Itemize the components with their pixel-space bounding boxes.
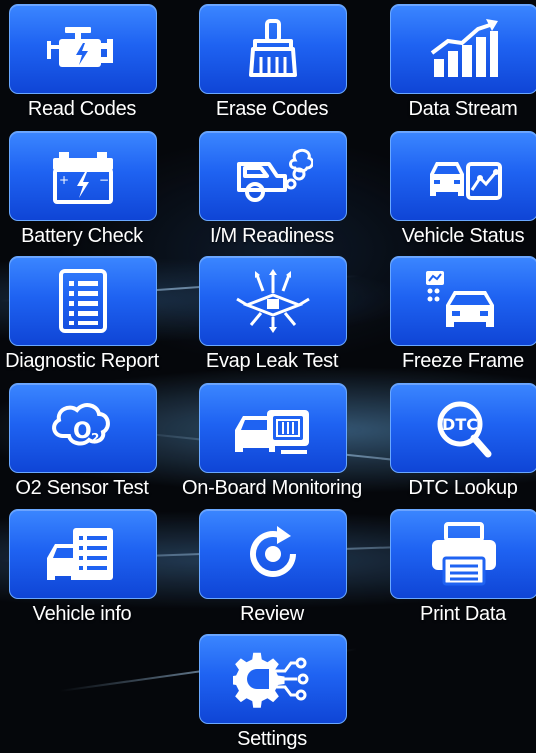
- im-readiness-label: I/M Readiness: [210, 225, 334, 247]
- dtc-lookup-button[interactable]: DTC: [390, 383, 536, 473]
- bar-chart-icon: [430, 19, 498, 77]
- evap-leak-icon: [236, 269, 310, 333]
- read-codes-button[interactable]: [9, 4, 157, 94]
- on-board-monitoring-label: On-Board Monitoring: [182, 477, 362, 499]
- o2-letter: O: [73, 419, 92, 444]
- print-data-tile[interactable]: Print Data: [388, 509, 536, 627]
- dtc-search-icon: DTC: [437, 401, 492, 458]
- data-stream-button[interactable]: [390, 4, 536, 94]
- freeze-frame-tile[interactable]: Freeze Frame: [388, 256, 536, 374]
- report-list-icon: [59, 269, 107, 333]
- vehicle-info-label: Vehicle info: [32, 603, 132, 625]
- freeze-frame-label: Freeze Frame: [402, 350, 524, 372]
- onboard-monitor-icon: [235, 410, 309, 454]
- im-readiness-tile[interactable]: I/M Readiness: [197, 131, 347, 249]
- diagnostic-report-tile[interactable]: Diagnostic Report: [5, 256, 159, 374]
- battery-check-button[interactable]: + −: [9, 131, 157, 221]
- evap-leak-test-button[interactable]: [199, 256, 347, 346]
- battery-check-label: Battery Check: [21, 225, 143, 247]
- printer-icon: [432, 522, 496, 586]
- data-stream-tile[interactable]: Data Stream: [388, 4, 536, 122]
- vehicle-status-tile[interactable]: Vehicle Status: [388, 131, 536, 249]
- vehicle-info-button[interactable]: [9, 509, 157, 599]
- erase-codes-label: Erase Codes: [215, 98, 329, 120]
- read-codes-label: Read Codes: [27, 98, 137, 120]
- review-button[interactable]: [199, 509, 347, 599]
- settings-tile[interactable]: Settings: [197, 634, 347, 752]
- o2-subscript: 2: [91, 431, 99, 445]
- settings-label: Settings: [237, 728, 307, 750]
- on-board-monitoring-tile[interactable]: On-Board Monitoring: [182, 383, 362, 501]
- freeze-frame-car-icon: [426, 271, 494, 327]
- dtc-glyph: DTC: [442, 415, 478, 434]
- vehicle-info-icon: [47, 528, 113, 580]
- engine-icon: [47, 27, 113, 67]
- emissions-car-icon: [237, 148, 313, 202]
- settings-button[interactable]: [199, 634, 347, 724]
- read-codes-tile[interactable]: Read Codes: [7, 4, 157, 122]
- erase-codes-tile[interactable]: Erase Codes: [197, 4, 347, 122]
- svg-text:−: −: [99, 173, 109, 187]
- broom-icon: [249, 19, 297, 77]
- diagnostic-report-button[interactable]: [9, 256, 157, 346]
- dtc-lookup-tile[interactable]: DTC DTC Lookup: [388, 383, 536, 501]
- on-board-monitoring-button[interactable]: [199, 383, 347, 473]
- freeze-frame-button[interactable]: [390, 256, 536, 346]
- im-readiness-button[interactable]: [199, 131, 347, 221]
- review-tile[interactable]: Review: [197, 509, 347, 627]
- vehicle-status-label: Vehicle Status: [401, 225, 525, 247]
- car-status-icon: [430, 162, 502, 200]
- erase-codes-button[interactable]: [199, 4, 347, 94]
- o2-sensor-test-button[interactable]: O 2: [9, 383, 157, 473]
- svg-text:+: +: [59, 173, 69, 187]
- battery-check-tile[interactable]: + − Battery Check: [7, 131, 157, 249]
- evap-leak-test-tile[interactable]: Evap Leak Test: [197, 256, 347, 374]
- print-data-label: Print Data: [420, 603, 506, 625]
- data-stream-label: Data Stream: [408, 98, 518, 120]
- battery-icon: + −: [53, 152, 113, 204]
- review-label: Review: [240, 603, 304, 625]
- vehicle-info-tile[interactable]: Vehicle info: [7, 509, 157, 627]
- review-icon: [250, 526, 296, 577]
- print-data-button[interactable]: [390, 509, 536, 599]
- settings-gear-icon: [233, 652, 309, 708]
- o2-sensor-icon: O 2: [52, 403, 110, 446]
- dtc-lookup-label: DTC Lookup: [408, 477, 518, 499]
- evap-leak-test-label: Evap Leak Test: [205, 350, 339, 372]
- diagnostic-report-label: Diagnostic Report: [5, 350, 159, 372]
- vehicle-status-button[interactable]: [390, 131, 536, 221]
- o2-sensor-test-tile[interactable]: O 2 O2 Sensor Test: [7, 383, 157, 501]
- o2-sensor-test-label: O2 Sensor Test: [15, 477, 149, 499]
